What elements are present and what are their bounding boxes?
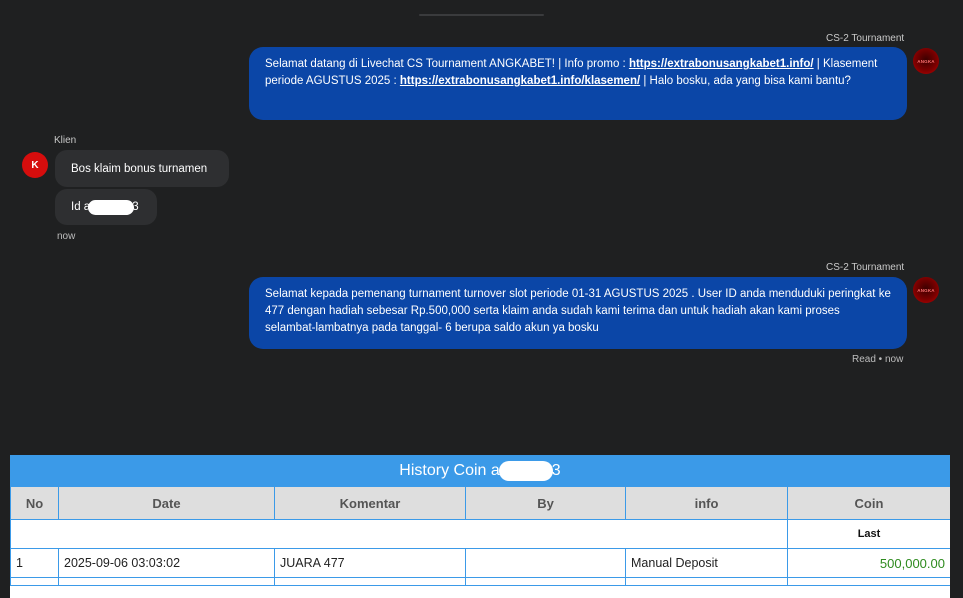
klasemen-link[interactable]: https://extrabonusangkabet1.info/klaseme…	[400, 75, 640, 87]
client-message: Bos klaim bonus turnamen	[55, 150, 229, 187]
column-header-date[interactable]: Date	[58, 486, 275, 520]
empty-cell	[10, 519, 788, 549]
message-text: Selamat datang di Livechat CS Tournament…	[265, 58, 629, 70]
cell-by	[465, 548, 626, 578]
client-message-time: now	[57, 231, 76, 242]
history-table: No Date Komentar By info Coin Last 1 202…	[10, 486, 950, 586]
column-header-by[interactable]: By	[465, 486, 626, 520]
column-header-coin[interactable]: Coin	[787, 486, 950, 520]
subheader-row: Last	[10, 519, 950, 549]
agent-avatar: ANGKA	[913, 277, 939, 303]
history-title: History Coin a 3	[10, 455, 950, 486]
client-sender-label: Klien	[54, 135, 77, 146]
cell-date: 2025-09-06 03:03:02	[58, 548, 275, 578]
history-title-text: 3	[551, 461, 561, 479]
cell-coin: 500,000.00	[787, 548, 950, 578]
history-title-text: History Coin a	[399, 461, 500, 479]
agent-message-winner: Selamat kepada pemenang turnament turnov…	[249, 277, 907, 349]
promo-link[interactable]: https://extrabonusangkabet1.info/	[629, 58, 814, 70]
agent-sender-label: CS-2 Tournament	[826, 262, 905, 273]
table-row: 1 2025-09-06 03:03:02 JUARA 477 Manual D…	[10, 548, 950, 578]
cell-komentar: JUARA 477	[274, 548, 466, 578]
read-status: Read • now	[852, 354, 904, 365]
table-header-row: No Date Komentar By info Coin	[10, 486, 950, 520]
column-header-info[interactable]: info	[625, 486, 788, 520]
top-drag-handle[interactable]	[419, 14, 544, 16]
client-message-id: Id a3	[55, 189, 157, 225]
redaction-mask	[498, 460, 553, 481]
cell-info: Manual Deposit	[625, 548, 788, 578]
table-row-partial	[10, 577, 950, 586]
client-avatar: K	[22, 152, 48, 178]
agent-message-welcome: Selamat datang di Livechat CS Tournament…	[249, 47, 907, 120]
column-header-komentar[interactable]: Komentar	[274, 486, 466, 520]
avatar-logo-text: ANGKA	[917, 58, 935, 64]
column-header-no[interactable]: No	[10, 486, 59, 520]
message-text: | Halo bosku, ada yang bisa kami bantu?	[640, 75, 851, 87]
message-text: 3	[132, 201, 139, 213]
cell-no: 1	[10, 548, 59, 578]
avatar-logo-text: ANGKA	[917, 287, 935, 293]
agent-avatar: ANGKA	[913, 48, 939, 74]
redaction-mask	[88, 199, 135, 215]
agent-sender-label: CS-2 Tournament	[826, 33, 905, 44]
history-coin-panel: History Coin a 3 No Date Komentar By info…	[10, 455, 950, 598]
last-label: Last	[787, 519, 950, 549]
